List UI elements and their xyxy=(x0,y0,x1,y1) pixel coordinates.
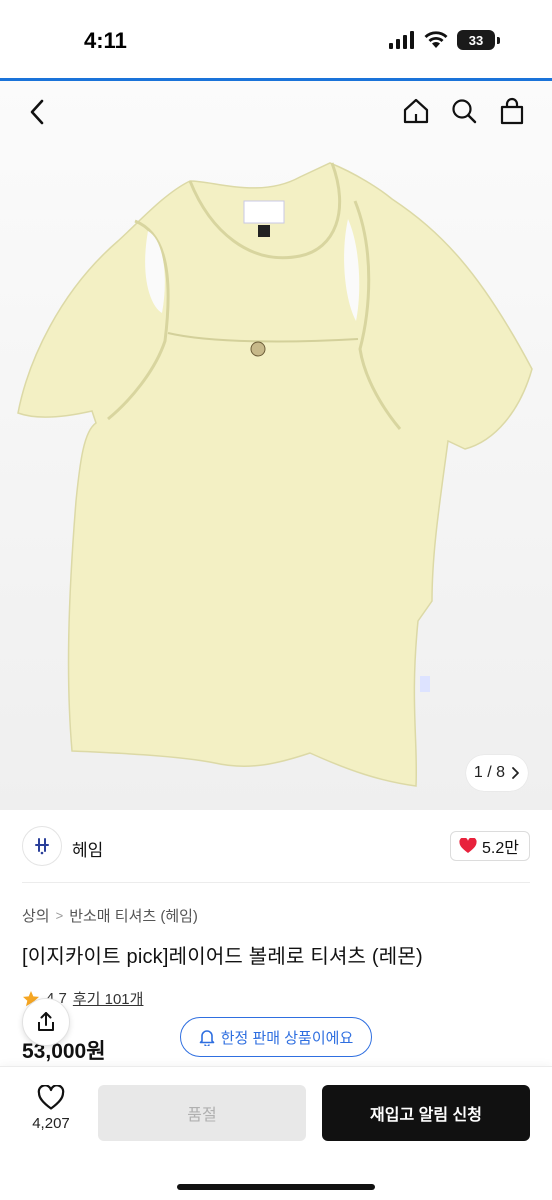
search-button[interactable] xyxy=(448,95,480,127)
breadcrumb-item[interactable]: 반소매 티셔츠 (헤임) xyxy=(69,905,198,926)
chevron-right-icon xyxy=(512,767,519,779)
heart-filled-icon xyxy=(459,838,477,853)
wishlist-count: 4,207 xyxy=(32,1115,70,1132)
soldout-button: 품절 xyxy=(98,1085,306,1141)
chevron-left-icon xyxy=(30,99,44,125)
breadcrumb: 상의 > 반소매 티셔츠 (헤임) xyxy=(22,905,198,926)
product-title: [이지카이트 pick]레이어드 볼레로 티셔츠 (레몬) xyxy=(22,946,423,968)
top-nav-actions xyxy=(400,95,528,127)
brand-like-count: 5.2만 xyxy=(482,840,519,857)
section-divider xyxy=(22,882,530,883)
wifi-icon xyxy=(424,31,448,48)
brand-logo[interactable] xyxy=(22,826,62,866)
wishlist-button[interactable]: 4,207 xyxy=(22,1085,80,1132)
battery-level: 33 xyxy=(457,30,495,50)
brand-name[interactable]: 헤임 xyxy=(72,836,103,861)
brand-logo-mark xyxy=(35,838,49,855)
review-link[interactable]: 후기 101개 xyxy=(73,988,144,1009)
pager-text: 1 / 8 xyxy=(473,764,506,781)
cart-button[interactable] xyxy=(496,95,528,127)
home-button[interactable] xyxy=(400,95,432,127)
image-pager[interactable]: 1 / 8 xyxy=(466,755,528,791)
product-image-carousel[interactable]: 1 / 8 xyxy=(0,81,552,810)
brand-row: 헤임 5.2만 xyxy=(22,826,530,866)
limited-sale-badge[interactable]: 한정 판매 상품이에요 xyxy=(180,1017,372,1057)
home-indicator xyxy=(177,1184,375,1190)
search-icon xyxy=(452,99,477,124)
breadcrumb-item[interactable]: 상의 xyxy=(22,905,50,926)
share-button[interactable] xyxy=(22,998,70,1046)
bottom-action-bar: 4,207 품절 재입고 알림 신청 xyxy=(0,1066,552,1200)
battery-indicator: 33 xyxy=(457,30,500,50)
status-bar: 4:11 33 xyxy=(0,0,552,78)
product-photo xyxy=(17,162,533,787)
shopping-bag-icon xyxy=(500,97,524,125)
back-button[interactable] xyxy=(22,97,52,127)
bell-icon xyxy=(199,1030,215,1046)
home-icon xyxy=(403,98,429,124)
status-time: 4:11 xyxy=(84,28,127,53)
limited-sale-label: 한정 판매 상품이에요 xyxy=(220,1029,354,1047)
heart-outline-icon xyxy=(37,1085,65,1110)
status-icons: 33 xyxy=(389,30,500,50)
signal-icon xyxy=(389,31,414,49)
chevron-right-icon: > xyxy=(55,908,64,923)
restock-alert-button[interactable]: 재입고 알림 신청 xyxy=(322,1085,530,1141)
brand-like-button[interactable]: 5.2만 xyxy=(450,831,530,861)
share-icon xyxy=(38,1012,54,1031)
